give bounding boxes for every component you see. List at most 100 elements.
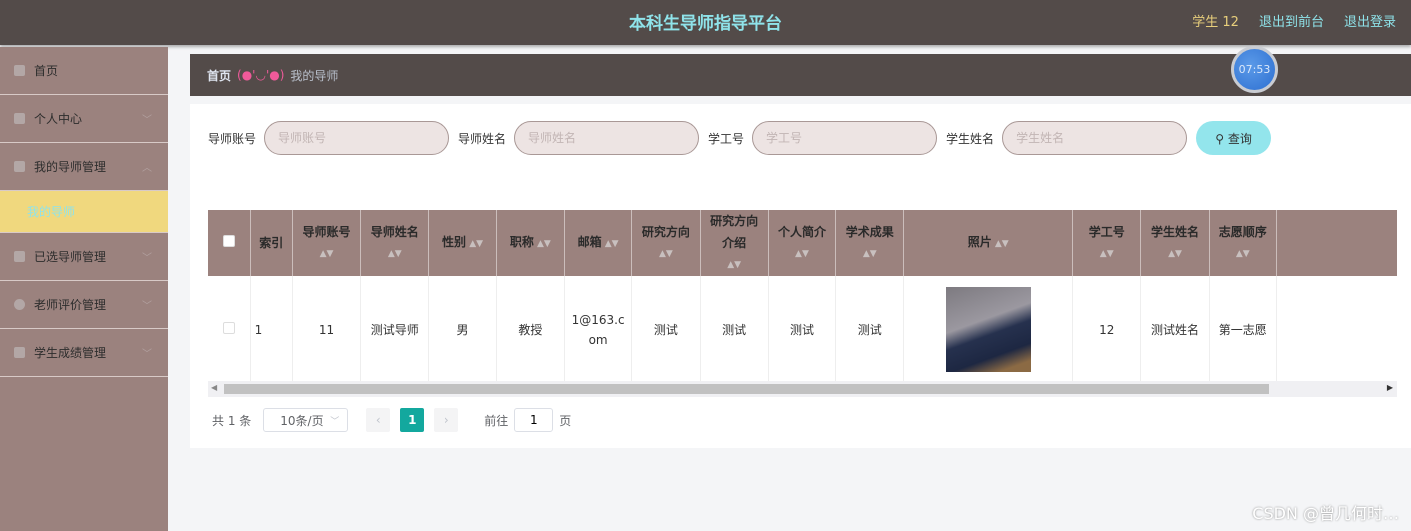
page-1-button[interactable]: 1 bbox=[400, 408, 425, 432]
sidebar-item-my-tutor-management[interactable]: 我的导师管理 ︿ bbox=[0, 143, 168, 191]
sort-icon[interactable]: ▲▼ bbox=[534, 239, 551, 249]
column-header[interactable]: 照片 ▲▼ bbox=[903, 210, 1074, 276]
student-id-input[interactable] bbox=[752, 121, 938, 155]
column-header-label: 研究方向 bbox=[641, 225, 690, 239]
table-cell: 1@163.com bbox=[564, 276, 633, 383]
cell-value: 教授 bbox=[518, 322, 543, 337]
logout-link[interactable]: 退出登录 bbox=[1344, 11, 1396, 30]
current-user: 学生 12 bbox=[1192, 15, 1239, 30]
sidebar-item-home[interactable]: 首页 bbox=[0, 47, 168, 95]
sort-icon[interactable]: ▲▼ bbox=[705, 254, 764, 276]
circle-icon bbox=[14, 299, 25, 310]
sort-icon[interactable]: ▲▼ bbox=[840, 243, 899, 265]
breadcrumb-home[interactable]: 首页 bbox=[207, 67, 231, 84]
sort-icon[interactable]: ▲▼ bbox=[1214, 243, 1272, 265]
content-panel: 导师账号 导师姓名 学工号 学生姓名 ⚲ 查询 索引导师账号 ▲▼导师姓名 ▲▼… bbox=[190, 104, 1411, 448]
tutor-table: 索引 导师账号 ▲▼ 导师姓名 ▲▼ 性别 ▲▼ 职称 ▲▼ 邮箱 ▲▼ 研究方向 ▲▼ 研究… bbox=[208, 210, 1397, 397]
column-header[interactable]: 导师账号 ▲▼ bbox=[292, 210, 362, 276]
cell-value: 11 bbox=[318, 322, 335, 337]
column-header[interactable]: 学生姓名 ▲▼ bbox=[1140, 210, 1210, 276]
sort-icon[interactable]: ▲▼ bbox=[773, 243, 831, 265]
goto-page-input[interactable] bbox=[514, 408, 554, 432]
table-cell: 测试 bbox=[768, 276, 837, 383]
sort-icon[interactable]: ▲▼ bbox=[1077, 243, 1136, 265]
sort-icon[interactable]: ▲▼ bbox=[602, 239, 619, 249]
cell-value: 1 bbox=[254, 322, 263, 337]
row-checkbox[interactable] bbox=[222, 321, 235, 334]
table-cell: 测试导师 bbox=[360, 276, 430, 383]
scrollbar-thumb[interactable] bbox=[224, 384, 1269, 394]
column-header[interactable]: 研究方向介绍 ▲▼ bbox=[700, 210, 769, 276]
top-header: 本科生导师指导平台 学生 12 退出到前台 退出登录 bbox=[0, 0, 1411, 45]
pagination: 共 1 条 10条/页 ﹀ ‹ 1 › 前往 页 bbox=[212, 408, 571, 432]
scroll-left-icon[interactable]: ◀ bbox=[211, 383, 217, 392]
cell-value: 测试 bbox=[653, 322, 678, 337]
column-header-label: 研究方向介绍 bbox=[710, 214, 759, 250]
column-header[interactable]: 个人简介 ▲▼ bbox=[768, 210, 837, 276]
sort-icon[interactable]: ▲▼ bbox=[1145, 243, 1204, 265]
scroll-right-icon[interactable]: ▶ bbox=[1387, 383, 1393, 392]
table-cell: 11 bbox=[292, 276, 362, 383]
cell-value: 测试 bbox=[789, 322, 814, 337]
select-all-checkbox[interactable] bbox=[222, 235, 235, 247]
cell-value: 测试导师 bbox=[370, 322, 419, 337]
chevron-up-icon: ︿ bbox=[142, 163, 152, 174]
column-header[interactable]: 研究方向 ▲▼ bbox=[631, 210, 701, 276]
sort-icon[interactable]: ▲▼ bbox=[466, 239, 483, 249]
breadcrumb: 首页 (●'◡'●) 我的导师 bbox=[190, 54, 1411, 96]
column-header[interactable]: 性别 ▲▼ bbox=[428, 210, 497, 276]
home-icon bbox=[14, 65, 25, 76]
tutor-name-input[interactable] bbox=[514, 121, 700, 155]
column-header[interactable]: 学术成果 ▲▼ bbox=[835, 210, 905, 276]
chevron-down-icon: ﹀ bbox=[142, 253, 152, 264]
table-cell bbox=[903, 276, 1074, 383]
table-cell: 测试 bbox=[700, 276, 769, 383]
column-header[interactable]: 导师姓名 ▲▼ bbox=[360, 210, 430, 276]
chevron-down-icon: ﹀ bbox=[142, 349, 152, 360]
sidebar-item-selected-tutor-management[interactable]: 已选导师管理 ﹀ bbox=[0, 233, 168, 281]
column-header-label: 学工号 bbox=[1088, 225, 1125, 239]
sort-icon[interactable]: ▲▼ bbox=[365, 243, 424, 265]
chevron-down-icon: ﹀ bbox=[142, 115, 152, 126]
column-header[interactable]: 邮箱 ▲▼ bbox=[564, 210, 633, 276]
tutor-name-label: 导师姓名 bbox=[458, 131, 507, 146]
horizontal-scrollbar[interactable]: ◀ ▶ bbox=[208, 381, 1397, 397]
column-header[interactable]: 志愿顺序 ▲▼ bbox=[1209, 210, 1277, 276]
cell-value: 测试 bbox=[857, 322, 882, 337]
prev-page-button[interactable]: ‹ bbox=[366, 408, 391, 432]
column-header[interactable]: 学工号 ▲▼ bbox=[1072, 210, 1142, 276]
cell-value: 1@163.com bbox=[571, 312, 625, 347]
search-bar: 导师账号 导师姓名 学工号 学生姓名 ⚲ 查询 bbox=[208, 121, 1272, 155]
sidebar-item-label: 我的导师管理 bbox=[34, 160, 107, 174]
breadcrumb-current: 我的导师 bbox=[290, 68, 339, 83]
sort-icon[interactable]: ▲▼ bbox=[297, 243, 356, 265]
sidebar-item-student-grade-management[interactable]: 学生成绩管理 ﹀ bbox=[0, 329, 168, 377]
column-header-label: 导师账号 bbox=[302, 225, 351, 239]
student-id-label: 学工号 bbox=[708, 131, 745, 146]
sidebar-item-teacher-review-management[interactable]: 老师评价管理 ﹀ bbox=[0, 281, 168, 329]
tutor-photo bbox=[945, 287, 1031, 372]
goto-label: 前往 bbox=[484, 413, 509, 428]
sidebar-subitem-my-tutor[interactable]: 我的导师 bbox=[0, 191, 168, 233]
user-icon bbox=[14, 113, 25, 124]
select-all-header bbox=[208, 210, 251, 276]
cell-value: 测试姓名 bbox=[1150, 322, 1199, 337]
exit-to-front-link[interactable]: 退出到前台 bbox=[1259, 11, 1324, 30]
sort-icon[interactable]: ▲▼ bbox=[992, 239, 1009, 249]
table-cell: 1 bbox=[250, 276, 293, 383]
column-header[interactable]: 职称 ▲▼ bbox=[496, 210, 565, 276]
column-header-label: 职称 bbox=[509, 235, 534, 249]
tutor-account-input[interactable] bbox=[264, 121, 450, 155]
column-header-label: 照片 bbox=[967, 235, 992, 249]
sort-icon[interactable]: ▲▼ bbox=[636, 243, 695, 265]
chart-icon bbox=[14, 251, 25, 262]
student-name-input[interactable] bbox=[1002, 121, 1188, 155]
next-page-button[interactable]: › bbox=[434, 408, 459, 432]
sidebar: 首页 个人中心 ﹀ 我的导师管理 ︿ 我的导师 已选导师管理 ﹀ 老师评价管理 ﹀ 学生… bbox=[0, 47, 168, 531]
cell-value: 男 bbox=[456, 322, 469, 337]
page-size-select[interactable]: 10条/页 ﹀ bbox=[263, 408, 349, 432]
table-cell: 测试姓名 bbox=[1140, 276, 1210, 383]
user-icon bbox=[14, 161, 25, 172]
sidebar-item-personal-center[interactable]: 个人中心 ﹀ bbox=[0, 95, 168, 143]
search-button[interactable]: ⚲ 查询 bbox=[1196, 121, 1272, 155]
